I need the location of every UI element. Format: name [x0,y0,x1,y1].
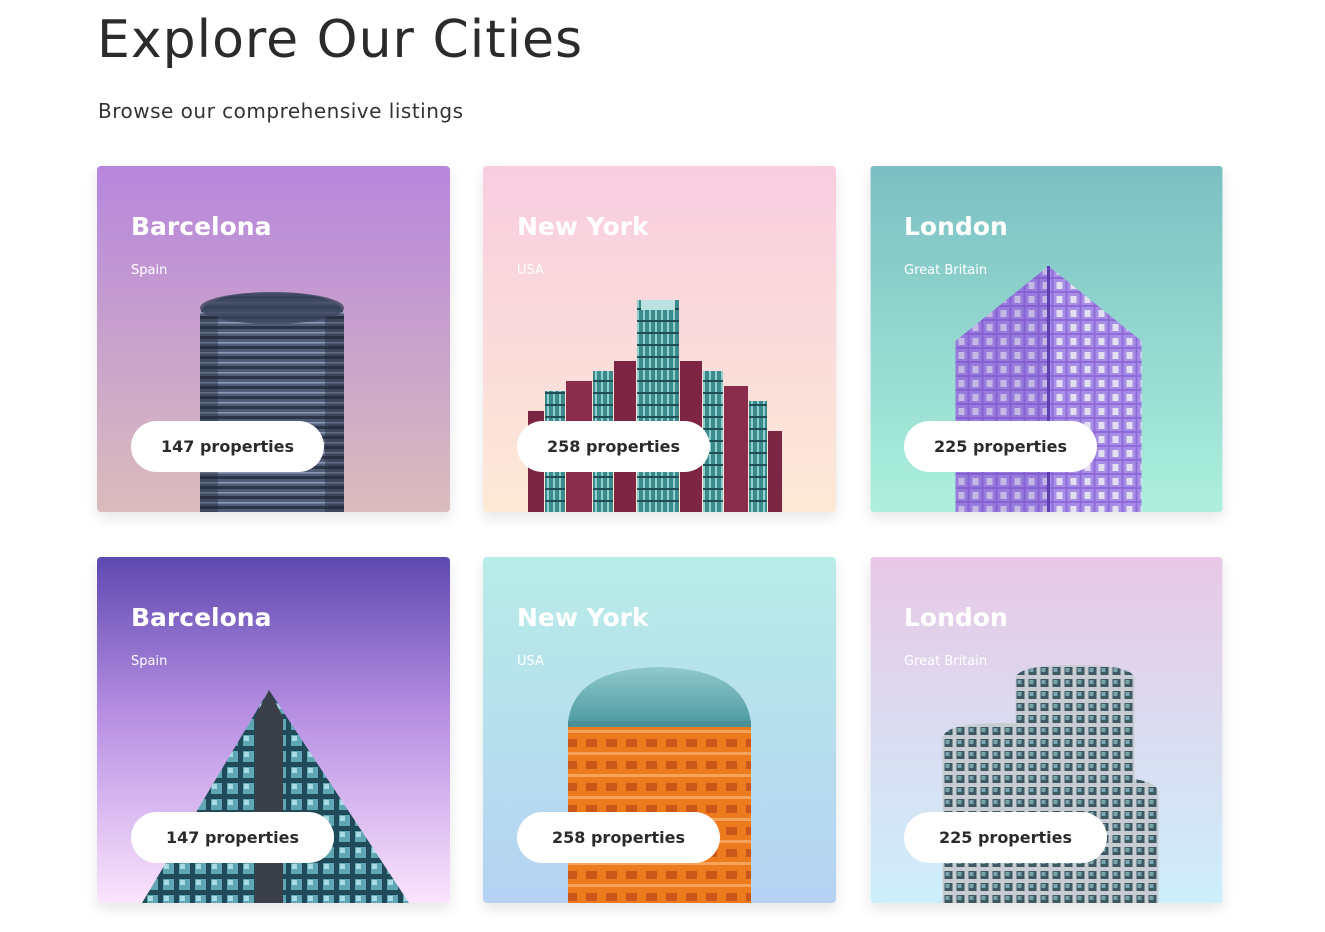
properties-button[interactable]: 147 properties [131,812,335,863]
city-card-new-york[interactable]: New York USA 258 properties [483,166,836,512]
city-name: Barcelona [131,212,272,241]
properties-button[interactable]: 147 properties [131,421,325,472]
properties-button[interactable]: 258 properties [517,421,711,472]
city-card-london[interactable]: London Great Britain 225 properties [870,166,1223,512]
properties-button[interactable]: 258 properties [517,812,721,863]
city-name: London [904,212,1008,241]
city-name: New York [517,212,649,241]
properties-button[interactable]: 225 properties [904,421,1098,472]
country-name: Great Britain [904,263,988,278]
city-name: New York [517,603,649,632]
city-card-london[interactable]: London Great Britain 225 properties [870,557,1223,903]
city-card-new-york[interactable]: New York USA 258 properties [483,557,836,903]
country-name: Great Britain [904,654,988,669]
country-name: USA [517,654,544,669]
country-name: USA [517,263,544,278]
page: Explore Our Cities Browse our comprehens… [0,0,1325,932]
page-subtitle: Browse our comprehensive listings [98,99,464,123]
properties-button[interactable]: 225 properties [904,812,1108,863]
city-name: Barcelona [131,603,272,632]
city-card-barcelona[interactable]: Barcelona Spain 147 properties [97,557,450,903]
country-name: Spain [131,263,168,278]
city-card-barcelona[interactable]: Barcelona Spain 147 properties [97,166,450,512]
country-name: Spain [131,654,168,669]
page-title: Explore Our Cities [97,10,584,70]
city-name: London [904,603,1008,632]
